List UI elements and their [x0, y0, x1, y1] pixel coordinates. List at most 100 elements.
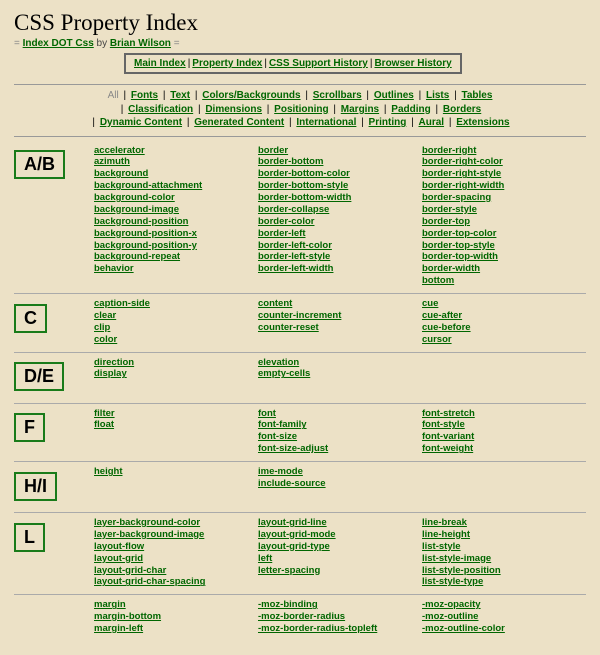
property-link[interactable]: line-height [422, 529, 578, 541]
property-link[interactable]: color [94, 334, 250, 346]
byline-index-link[interactable]: Index DOT Css [23, 38, 94, 49]
property-link[interactable]: -moz-border-radius [258, 611, 414, 623]
property-link[interactable]: layout-flow [94, 541, 250, 553]
property-link[interactable]: layer-background-color [94, 517, 250, 529]
property-link[interactable]: letter-spacing [258, 565, 414, 577]
property-link[interactable]: -moz-border-radius-topleft [258, 623, 414, 635]
property-link[interactable]: border-bottom-style [258, 180, 414, 192]
property-link[interactable]: border-left [258, 228, 414, 240]
property-link[interactable]: cursor [422, 334, 578, 346]
property-link[interactable]: border-bottom [258, 156, 414, 168]
property-link[interactable]: layout-grid-line [258, 517, 414, 529]
property-link[interactable]: list-style-image [422, 553, 578, 565]
property-link[interactable]: border-collapse [258, 204, 414, 216]
property-link[interactable]: include-source [258, 478, 414, 490]
property-link[interactable]: font-size-adjust [258, 443, 414, 455]
property-link[interactable]: font-weight [422, 443, 578, 455]
property-link[interactable]: clip [94, 322, 250, 334]
property-link[interactable]: layout-grid-mode [258, 529, 414, 541]
top-nav-link[interactable]: CSS Support History [269, 58, 368, 69]
property-link[interactable]: list-style-position [422, 565, 578, 577]
property-link[interactable]: bottom [422, 275, 578, 287]
property-link[interactable]: border-left-width [258, 263, 414, 275]
property-link[interactable]: layout-grid-char [94, 565, 250, 577]
property-link[interactable]: margin [94, 599, 250, 611]
catnav-link[interactable]: Outlines [374, 90, 414, 101]
property-link[interactable]: margin-bottom [94, 611, 250, 623]
property-link[interactable]: -moz-binding [258, 599, 414, 611]
property-link[interactable]: border-color [258, 216, 414, 228]
catnav-link[interactable]: Positioning [274, 104, 328, 115]
property-link[interactable]: background-image [94, 204, 250, 216]
catnav-link[interactable]: Generated Content [194, 117, 284, 128]
property-link[interactable]: border [258, 145, 414, 157]
top-nav-link[interactable]: Browser History [374, 58, 451, 69]
property-link[interactable]: float [94, 419, 250, 431]
property-link[interactable]: background-position [94, 216, 250, 228]
property-link[interactable]: border-spacing [422, 192, 578, 204]
catnav-link[interactable]: Dimensions [205, 104, 262, 115]
property-link[interactable]: list-style-type [422, 576, 578, 588]
property-link[interactable]: counter-reset [258, 322, 414, 334]
property-link[interactable]: font-size [258, 431, 414, 443]
catnav-link[interactable]: Padding [391, 104, 430, 115]
catnav-link[interactable]: Printing [369, 117, 407, 128]
property-link[interactable]: behavior [94, 263, 250, 275]
property-link[interactable]: background [94, 168, 250, 180]
property-link[interactable]: border-top-width [422, 251, 578, 263]
property-link[interactable]: border-bottom-width [258, 192, 414, 204]
catnav-link[interactable]: Colors/Backgrounds [202, 90, 300, 101]
property-link[interactable]: border-left-color [258, 240, 414, 252]
property-link[interactable]: border-top-style [422, 240, 578, 252]
property-link[interactable]: font-variant [422, 431, 578, 443]
property-link[interactable]: border-right-color [422, 156, 578, 168]
property-link[interactable]: content [258, 298, 414, 310]
top-nav-link[interactable]: Main Index [134, 58, 186, 69]
top-nav-link[interactable]: Property Index [192, 58, 262, 69]
property-link[interactable]: counter-increment [258, 310, 414, 322]
catnav-link[interactable]: International [296, 117, 356, 128]
property-link[interactable]: background-color [94, 192, 250, 204]
catnav-link[interactable]: Fonts [131, 90, 158, 101]
catnav-link[interactable]: Tables [461, 90, 492, 101]
property-link[interactable]: left [258, 553, 414, 565]
catnav-link[interactable]: Text [170, 90, 190, 101]
property-link[interactable]: caption-side [94, 298, 250, 310]
property-link[interactable]: font-stretch [422, 408, 578, 420]
property-link[interactable]: clear [94, 310, 250, 322]
byline-author-link[interactable]: Brian Wilson [110, 38, 171, 49]
property-link[interactable]: -moz-outline [422, 611, 578, 623]
property-link[interactable]: background-attachment [94, 180, 250, 192]
property-link[interactable]: cue [422, 298, 578, 310]
property-link[interactable]: background-repeat [94, 251, 250, 263]
catnav-link[interactable]: Lists [426, 90, 449, 101]
property-link[interactable]: margin-left [94, 623, 250, 635]
property-link[interactable]: border-top-color [422, 228, 578, 240]
property-link[interactable]: empty-cells [258, 368, 414, 380]
property-link[interactable]: -moz-outline-color [422, 623, 578, 635]
property-link[interactable]: background-position-y [94, 240, 250, 252]
catnav-link[interactable]: Margins [341, 104, 379, 115]
property-link[interactable]: layout-grid [94, 553, 250, 565]
catnav-link[interactable]: Extensions [456, 117, 509, 128]
property-link[interactable]: -moz-opacity [422, 599, 578, 611]
property-link[interactable]: azimuth [94, 156, 250, 168]
catnav-link[interactable]: Dynamic Content [100, 117, 182, 128]
property-link[interactable]: direction [94, 357, 250, 369]
catnav-link[interactable]: Classification [128, 104, 193, 115]
property-link[interactable]: elevation [258, 357, 414, 369]
property-link[interactable]: border-right-width [422, 180, 578, 192]
property-link[interactable]: border-left-style [258, 251, 414, 263]
property-link[interactable]: layout-grid-char-spacing [94, 576, 250, 588]
catnav-link[interactable]: Aural [418, 117, 444, 128]
property-link[interactable]: border-style [422, 204, 578, 216]
property-link[interactable]: ime-mode [258, 466, 414, 478]
property-link[interactable]: cue-before [422, 322, 578, 334]
property-link[interactable]: filter [94, 408, 250, 420]
property-link[interactable]: line-break [422, 517, 578, 529]
property-link[interactable]: list-style [422, 541, 578, 553]
property-link[interactable]: accelerator [94, 145, 250, 157]
property-link[interactable]: display [94, 368, 250, 380]
property-link[interactable]: layer-background-image [94, 529, 250, 541]
property-link[interactable]: border-width [422, 263, 578, 275]
